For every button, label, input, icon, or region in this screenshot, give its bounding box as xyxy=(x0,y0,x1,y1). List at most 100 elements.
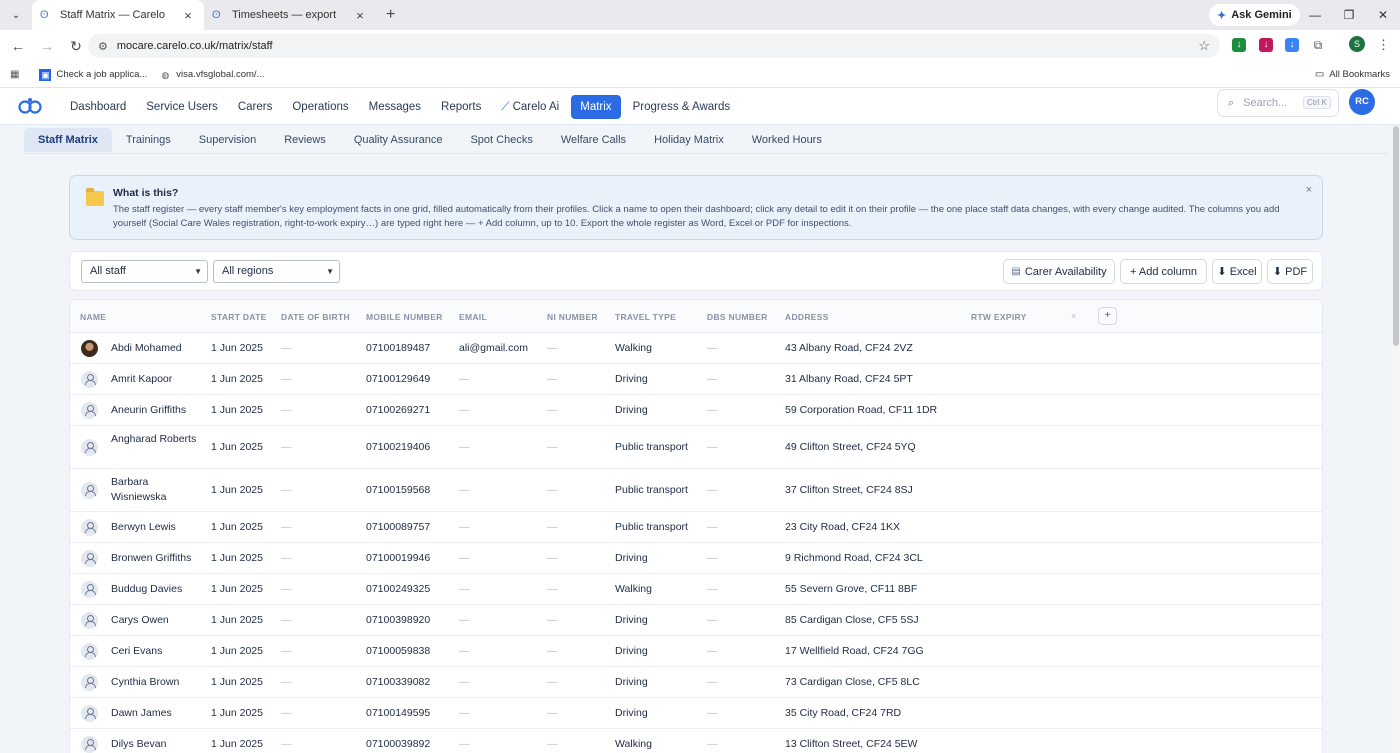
browser-profile-avatar[interactable]: S xyxy=(1349,36,1365,52)
download-extension-icon[interactable]: ↓ xyxy=(1232,38,1246,52)
new-tab-icon[interactable]: + xyxy=(386,6,395,24)
dbs-number-cell[interactable]: — xyxy=(707,441,718,453)
region-filter-select[interactable]: All regions ▼ xyxy=(213,260,340,283)
date-of-birth-cell[interactable]: — xyxy=(281,342,292,354)
address-cell[interactable]: 23 City Road, CF24 1KX xyxy=(785,521,900,533)
table-row[interactable]: Berwyn Lewis 1 Jun 2025 — 07100089757 — — Publ… xyxy=(70,512,1322,543)
column-header-dbs-number[interactable]: DBS NUMBER xyxy=(707,312,768,322)
email-cell[interactable]: — xyxy=(459,552,470,564)
add-column-plus-button[interactable]: + xyxy=(1098,307,1117,325)
email-cell[interactable]: — xyxy=(459,373,470,385)
dbs-number-cell[interactable]: — xyxy=(707,404,718,416)
travel-type-cell[interactable]: Driving xyxy=(615,552,648,564)
tab-spot-checks[interactable]: Spot Checks xyxy=(456,128,546,152)
extension-icon[interactable]: ↓ xyxy=(1259,38,1273,52)
start-date-cell[interactable]: 1 Jun 2025 xyxy=(211,645,263,657)
travel-type-cell[interactable]: Driving xyxy=(615,373,648,385)
date-of-birth-cell[interactable]: — xyxy=(281,552,292,564)
address-cell[interactable]: 31 Albany Road, CF24 5PT xyxy=(785,373,913,385)
ni-number-cell[interactable]: — xyxy=(547,404,558,416)
start-date-cell[interactable]: 1 Jun 2025 xyxy=(211,614,263,626)
nav-matrix[interactable]: Matrix xyxy=(571,94,621,119)
date-of-birth-cell[interactable]: — xyxy=(281,645,292,657)
address-cell[interactable]: 17 Wellfield Road, CF24 7GG xyxy=(785,645,924,657)
mobile-number-cell[interactable]: 07100059838 xyxy=(366,645,430,657)
ni-number-cell[interactable]: — xyxy=(547,738,558,750)
nav-reports[interactable]: Reports xyxy=(433,95,489,119)
staff-name-link[interactable]: Bronwen Griffiths xyxy=(111,551,203,566)
staff-name-link[interactable]: Cynthia Brown xyxy=(111,675,203,690)
travel-type-cell[interactable]: Driving xyxy=(615,404,648,416)
start-date-cell[interactable]: 1 Jun 2025 xyxy=(211,738,263,750)
staff-name-link[interactable]: Angharad Roberts xyxy=(111,432,203,447)
back-arrow-icon[interactable]: ← xyxy=(5,38,31,54)
extensions-puzzle-icon[interactable]: ⧉ xyxy=(1311,38,1325,52)
tab-quality-assurance[interactable]: Quality Assurance xyxy=(340,128,457,152)
close-window-icon[interactable]: ✕ xyxy=(1366,0,1400,30)
dbs-number-cell[interactable]: — xyxy=(707,552,718,564)
table-row[interactable]: Angharad Roberts 1 Jun 2025 — 07100219406 — —… xyxy=(70,426,1322,469)
dbs-number-cell[interactable]: — xyxy=(707,521,718,533)
ni-number-cell[interactable]: — xyxy=(547,521,558,533)
user-avatar[interactable]: RC xyxy=(1349,89,1375,115)
bookmark-star-icon[interactable]: ☆ xyxy=(1198,38,1210,54)
address-cell[interactable]: 37 Clifton Street, CF24 8SJ xyxy=(785,484,913,496)
column-header-mobile-number[interactable]: MOBILE NUMBER xyxy=(366,312,443,322)
nav-dashboard[interactable]: Dashboard xyxy=(62,95,134,119)
ask-gemini-button[interactable]: ✦ Ask Gemini xyxy=(1209,4,1300,26)
travel-type-cell[interactable]: Public transport xyxy=(615,521,688,533)
browser-tab-active[interactable]: ʘ Staff Matrix — Carelo × xyxy=(32,0,204,30)
date-of-birth-cell[interactable]: — xyxy=(281,521,292,533)
email-cell[interactable]: — xyxy=(459,484,470,496)
travel-type-cell[interactable]: Public transport xyxy=(615,484,688,496)
mobile-number-cell[interactable]: 07100249325 xyxy=(366,583,430,595)
date-of-birth-cell[interactable]: — xyxy=(281,373,292,385)
staff-name-link[interactable]: Dilys Bevan xyxy=(111,737,203,752)
mobile-number-cell[interactable]: 07100339082 xyxy=(366,676,430,688)
email-cell[interactable]: — xyxy=(459,441,470,453)
add-column-button[interactable]: + Add column xyxy=(1120,259,1207,284)
start-date-cell[interactable]: 1 Jun 2025 xyxy=(211,552,263,564)
nav-messages[interactable]: Messages xyxy=(361,95,429,119)
mobile-number-cell[interactable]: 07100019946 xyxy=(366,552,430,564)
export-pdf-button[interactable]: ⬇ PDF xyxy=(1267,259,1313,284)
start-date-cell[interactable]: 1 Jun 2025 xyxy=(211,521,263,533)
travel-type-cell[interactable]: Walking xyxy=(615,738,652,750)
staff-name-link[interactable]: Carys Owen xyxy=(111,613,203,628)
apps-grid-icon[interactable]: ▦ xyxy=(10,69,19,80)
email-cell[interactable]: ali@gmail.com xyxy=(459,342,528,354)
app-search-input[interactable]: ⌕ Search... Ctrl K xyxy=(1217,89,1339,117)
table-row[interactable]: Barbara Wisniewska 1 Jun 2025 — 07100159568… xyxy=(70,469,1322,512)
ni-number-cell[interactable]: — xyxy=(547,614,558,626)
travel-type-cell[interactable]: Walking xyxy=(615,342,652,354)
scrollbar-thumb[interactable] xyxy=(1393,126,1399,346)
dbs-number-cell[interactable]: — xyxy=(707,342,718,354)
mobile-number-cell[interactable]: 07100189487 xyxy=(366,342,430,354)
ni-number-cell[interactable]: — xyxy=(547,441,558,453)
tab-welfare-calls[interactable]: Welfare Calls xyxy=(547,128,640,152)
mobile-number-cell[interactable]: 07100159568 xyxy=(366,484,430,496)
dbs-number-cell[interactable]: — xyxy=(707,738,718,750)
extension-icon[interactable]: ↓ xyxy=(1285,38,1299,52)
address-cell[interactable]: 13 Clifton Street, CF24 5EW xyxy=(785,738,917,750)
start-date-cell[interactable]: 1 Jun 2025 xyxy=(211,342,263,354)
carer-availability-button[interactable]: ▤ Carer Availability xyxy=(1003,259,1115,284)
email-cell[interactable]: — xyxy=(459,614,470,626)
column-header-ni-number[interactable]: NI NUMBER xyxy=(547,312,598,322)
ni-number-cell[interactable]: — xyxy=(547,342,558,354)
remove-column-icon[interactable]: × xyxy=(1071,311,1076,321)
column-header-name[interactable]: NAME xyxy=(80,312,106,322)
start-date-cell[interactable]: 1 Jun 2025 xyxy=(211,404,263,416)
site-settings-icon[interactable]: ⚙ xyxy=(98,40,108,53)
staff-filter-select[interactable]: All staff ▼ xyxy=(81,260,208,283)
minimize-icon[interactable]: — xyxy=(1298,0,1332,30)
forward-arrow-icon[interactable]: → xyxy=(34,38,60,54)
mobile-number-cell[interactable]: 07100039892 xyxy=(366,738,430,750)
travel-type-cell[interactable]: Walking xyxy=(615,583,652,595)
column-header-email[interactable]: EMAIL xyxy=(459,312,487,322)
address-cell[interactable]: 59 Corporation Road, CF11 1DR xyxy=(785,404,937,416)
ni-number-cell[interactable]: — xyxy=(547,484,558,496)
mobile-number-cell[interactable]: 07100269271 xyxy=(366,404,430,416)
travel-type-cell[interactable]: Driving xyxy=(615,707,648,719)
nav-progress-awards[interactable]: Progress & Awards xyxy=(625,95,739,119)
